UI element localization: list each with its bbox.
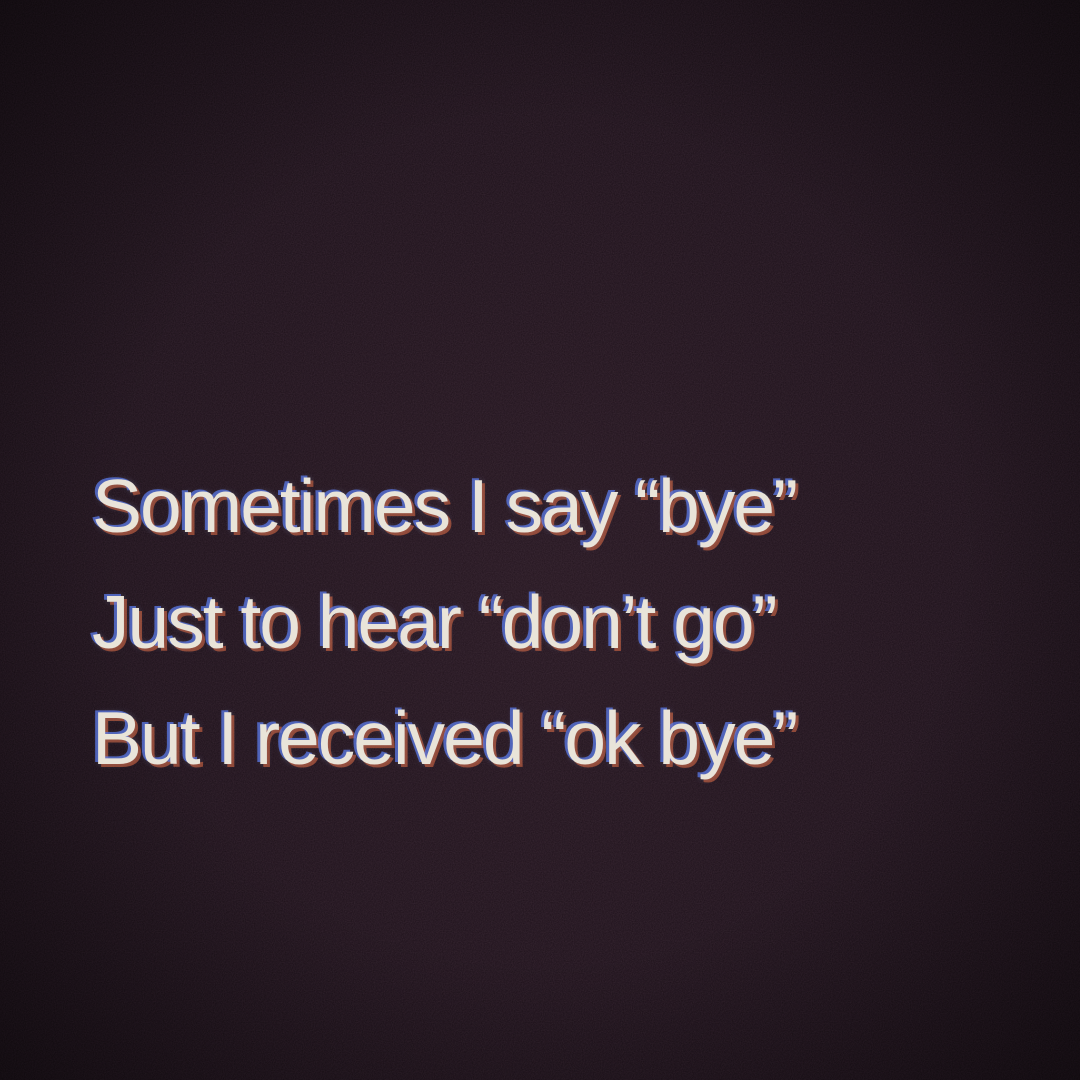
quote-line-3: But I received “ok bye” xyxy=(92,696,798,780)
quote-text: Sometimes I say “bye” Just to hear “don’… xyxy=(92,448,1032,796)
quote-line-2: Just to hear “don’t go” xyxy=(92,580,778,664)
quote-line-1: Sometimes I say “bye” xyxy=(92,464,798,548)
quote-image: Sometimes I say “bye” Just to hear “don’… xyxy=(0,0,1080,1080)
